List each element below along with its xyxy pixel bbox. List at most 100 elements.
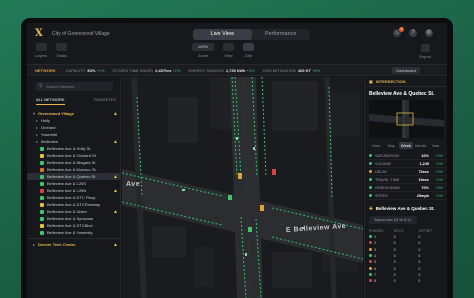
intersection-item[interactable]: Belleview Ave & Quebec St. ▲ <box>27 173 121 180</box>
zoom-select[interactable]: 100% <box>192 43 214 51</box>
export-icon <box>420 44 430 52</box>
item-label: Orchard <box>41 125 56 130</box>
status-dot <box>40 181 44 186</box>
notification-badge: 3 <box>399 27 404 32</box>
city-name: City of Greenwood Village <box>52 31 110 37</box>
item-label: Belleview <box>41 139 58 144</box>
chevron-right-icon: ▸ <box>36 125 39 130</box>
app-logo[interactable]: X <box>35 28 43 39</box>
layers-icon <box>35 43 47 51</box>
export-tool[interactable]: Export <box>419 44 431 59</box>
status-dot <box>40 230 44 235</box>
tab-year[interactable]: Year <box>428 142 443 149</box>
warning-icon: ▲ <box>113 187 118 194</box>
tasks-label: Tasks <box>56 53 67 58</box>
signal-plan-select[interactable]: Signal plan (M-W 8-2) <box>369 216 417 224</box>
intersection-item[interactable]: Belleview Ave & DTCBlvd <box>27 222 121 229</box>
zoom-tool[interactable]: 100% Zoom <box>192 43 214 58</box>
network-sidebar: Search Network ⚲ ALL NETWORK FAVORITES ▾… <box>27 77 121 298</box>
status-dot <box>40 202 44 207</box>
dashboard-button[interactable]: Dashboard <box>392 67 420 74</box>
intersection-item[interactable]: Belleview Ave & Niagara St. <box>27 159 121 166</box>
grid-tool[interactable]: Grid <box>243 43 254 58</box>
warning-icon: ▲ <box>113 241 118 248</box>
building-shape <box>152 227 186 257</box>
chevron-down-icon: ▾ <box>33 111 36 116</box>
metric-row: SATURATION 42% +2% <box>365 152 447 160</box>
status-dot <box>40 174 44 179</box>
status-dot <box>40 195 44 200</box>
corridor-item[interactable]: ▸ Orchard <box>27 124 121 131</box>
intersection-item[interactable]: Belleview Ave & Syracuse <box>27 215 121 222</box>
tab-live-view[interactable]: Live View <box>193 29 252 40</box>
phase-color-dot <box>369 254 372 258</box>
view-tabs: Live View Performance <box>193 29 310 40</box>
item-label: Belleview Ave & DTC Pkwy <box>47 195 96 200</box>
phase-color-dot <box>369 235 372 239</box>
corridor-item[interactable]: ▸ Holly <box>27 117 121 124</box>
signal-head[interactable] <box>272 169 276 175</box>
tasks-tool[interactable]: Tasks <box>56 43 68 58</box>
tree-group-greenwood[interactable]: ▾ Greenwood Village ▲ <box>27 110 121 117</box>
metric-row: DELAY 73sec +2% <box>365 168 447 176</box>
intersection-item[interactable]: Belleview Ave & Yosemity <box>27 229 121 236</box>
phase-color-dot <box>369 260 372 264</box>
search-icon: ⚲ <box>39 83 43 89</box>
signal-section-title[interactable]: ✚ Belleview Ave & Quebec St. <box>369 204 443 213</box>
intersection-item[interactable]: Belleview Ave & Ulster ▲ <box>27 208 121 215</box>
group-label: Denver Tech Center <box>38 242 76 247</box>
metric-energy: ENERGY SAVINGS 1,730 kWh+2% <box>188 67 255 73</box>
item-label: Belleview Ave & DTCParkway <box>47 202 101 207</box>
intersection-item[interactable]: Belleview Ave & I-25S <box>27 180 121 187</box>
intersection-item[interactable]: Belleview Ave & DTCParkway <box>27 201 121 208</box>
intersection-item[interactable]: Belleview Ave & Monaco St. <box>27 166 121 173</box>
search-input[interactable]: Search Network <box>36 82 113 91</box>
signal-head[interactable] <box>228 195 232 200</box>
tab-month[interactable]: Month <box>413 142 428 149</box>
signal-head[interactable] <box>238 173 242 179</box>
bell-icon[interactable]: ♨ 3 <box>393 27 404 37</box>
warning-icon: ▲ <box>113 138 118 145</box>
building-shape <box>168 97 198 143</box>
tab-all-network[interactable]: ALL NETWORK <box>36 97 65 105</box>
item-label: Yosemite <box>41 132 58 137</box>
network-label: NETWORK <box>35 67 56 73</box>
signal-head[interactable] <box>260 205 264 211</box>
intersection-item[interactable]: Belleview Ave & I-25N ▲ <box>27 187 121 194</box>
phase-row[interactable]: 800 <box>365 278 447 284</box>
intersection-minimap[interactable] <box>369 100 444 138</box>
map-canvas <box>122 77 363 298</box>
tab-favorites[interactable]: FAVORITES <box>94 97 116 105</box>
panel-header: ▣ INTERSECTION <box>365 77 447 87</box>
item-label: Holly <box>41 118 50 123</box>
item-label: Belleview Ave & Quebec St. <box>47 174 97 179</box>
chevron-right-icon: ▸ <box>33 242 36 247</box>
tab-performance[interactable]: Performance <box>252 29 311 40</box>
view-label: View <box>224 53 233 58</box>
help-icon[interactable]: ? <box>409 29 417 37</box>
tab-day[interactable]: Day <box>384 142 399 149</box>
corridor-item[interactable]: ▸ Belleview ▲ <box>27 138 121 145</box>
status-dot <box>40 188 44 193</box>
layers-tool[interactable]: Layers <box>35 43 47 58</box>
view-tool[interactable]: View <box>223 43 234 58</box>
intersection-item[interactable]: Belleview Ave & DTC Pkwy <box>27 194 121 201</box>
settings-icon[interactable]: ⚙ <box>425 29 433 37</box>
metric-row: VOLUME 1,245 +1% <box>365 160 447 168</box>
phase-color-dot <box>369 266 372 270</box>
network-bar: NETWORK CAPACITY 83%+1% CITIZEN TIME SAVE… <box>27 65 447 76</box>
metric-time-saved: CITIZEN TIME SAVED 2,457hrs+2% <box>112 67 181 73</box>
tab-hour[interactable]: Hour <box>369 142 384 149</box>
tree-group-dtc[interactable]: ▸ Denver Tech Center ▲ <box>27 241 121 248</box>
corridor-item[interactable]: ▸ Yosemite <box>27 131 121 138</box>
tasks-icon <box>56 43 68 51</box>
traffic-map[interactable]: Ave E Belleview Ave <box>122 77 363 298</box>
intersection-item[interactable]: Belleview Ave & Holly St. <box>27 145 121 152</box>
tab-week[interactable]: Week <box>398 142 414 149</box>
signal-head[interactable] <box>248 227 252 232</box>
status-dot <box>40 223 44 228</box>
building-shape <box>272 81 318 131</box>
status-dot <box>40 216 44 221</box>
item-label: Belleview Ave & I-25N <box>47 188 87 193</box>
intersection-item[interactable]: Belleview Ave & Orchard St. <box>27 152 121 159</box>
